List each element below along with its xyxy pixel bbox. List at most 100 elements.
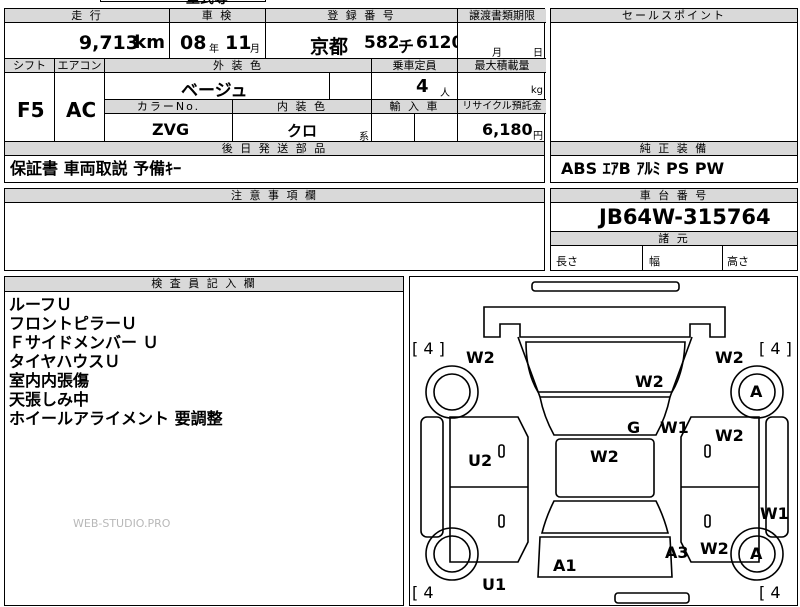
diagram-rear-window	[540, 500, 670, 534]
import-cell-a	[372, 114, 415, 143]
registration-cell: 京都 582 チ 6120	[266, 23, 458, 59]
recycle-cell: 6,180 円	[458, 114, 546, 143]
inspector-line: 天張しみ中	[9, 390, 90, 409]
sales-point-box: セールスポイント	[550, 8, 798, 142]
parts-value: 保証書 車両取説 予備ｷｰ	[10, 159, 182, 178]
shift-value: F5	[17, 98, 45, 122]
shift-header: シフト	[5, 59, 55, 73]
capacity-cell: 4 人	[372, 73, 458, 100]
mark-w2-front-right: W2	[715, 348, 744, 367]
mark-w2-front-left: W2	[466, 348, 495, 367]
registration-number: 582	[364, 33, 400, 53]
mileage-cell: 9,713 km	[5, 23, 170, 59]
transfer-day-unit: 日	[533, 48, 543, 59]
inspector-line: タイヤハウスＵ	[9, 352, 121, 371]
registration-serial: 6120	[416, 33, 457, 53]
mark-w1-mid: W1	[660, 418, 689, 437]
dimension-width-cell: 幅	[643, 246, 723, 270]
inspector-lines: ルーフＵ フロントピラーＵ Ｆサイドメンバー Ｕ タイヤハウスＵ 室内内張傷 天…	[9, 295, 223, 428]
mark-g: G	[627, 418, 641, 437]
capacity-header: 乗車定員	[372, 59, 458, 73]
registration-region: 京都	[310, 36, 349, 58]
inspection-cell: 08 年 11 月	[170, 23, 266, 59]
sales-point-header: セールスポイント	[551, 9, 797, 23]
notes-header: 注 意 事 項 欄	[5, 189, 544, 203]
inspection-month: 11	[225, 32, 252, 54]
chassis-header: 車 台 番 号	[551, 189, 797, 203]
transfer-cell: 月 日	[458, 23, 546, 59]
dimension-length-label: 長さ	[556, 255, 578, 268]
watermark: WEB-STUDIO.PRO	[73, 517, 171, 530]
recycle-value: 6,180	[482, 120, 533, 139]
mileage-header: 走 行	[5, 9, 170, 23]
dimension-width-label: 幅	[649, 255, 660, 268]
mark-u1: U1	[482, 575, 507, 594]
capacity-unit: 人	[440, 88, 450, 99]
transfer-header: 譲渡書類期限	[458, 9, 546, 23]
aircon-value: AC	[66, 98, 97, 122]
inspection-year-unit: 年	[209, 44, 219, 55]
mark-u2: U2	[468, 451, 493, 470]
mark-w2-rear-right: W2	[700, 539, 729, 558]
exterior-color-header: 外 装 色	[105, 59, 372, 73]
recycle-header: リサイクル預託金	[458, 100, 546, 114]
parts-box: 後 日 発 送 部 品 保証書 車両取説 予備ｷｰ	[4, 141, 545, 183]
inspector-header: 検 査 員 記 入 欄	[5, 277, 403, 292]
top-remnant-text: 型式等	[186, 0, 228, 8]
inspector-box: 検 査 員 記 入 欄 ルーフＵ フロントピラーＵ Ｆサイドメンバー Ｕ タイヤ…	[4, 276, 404, 606]
mark-w2-right-door: W2	[715, 426, 744, 445]
import-header: 輸 入 車	[372, 100, 458, 114]
dimensions-header: 諸 元	[551, 231, 797, 246]
exterior-color-extra	[330, 73, 372, 100]
mileage-unit: km	[134, 32, 165, 53]
diagram-rear-bumper	[614, 592, 690, 604]
capacity-value: 4	[416, 76, 429, 97]
import-cell-b	[415, 114, 458, 143]
diagram-front-bumper	[531, 281, 680, 292]
inspection-year: 08	[180, 32, 207, 54]
tread-front-left: [ 4 ]	[412, 339, 445, 358]
notes-box: 注 意 事 項 欄	[4, 188, 545, 271]
chassis-value: JB64W-315764	[599, 205, 771, 229]
tread-rear-right: [ 4	[759, 583, 781, 602]
dimension-height-label: 高さ	[727, 255, 749, 268]
aircon-header: エアコン	[55, 59, 105, 73]
max-load-header: 最大積載量	[458, 59, 546, 73]
parts-header: 後 日 発 送 部 品	[5, 142, 544, 156]
dimension-length-cell: 長さ	[551, 246, 643, 270]
max-load-unit: kg	[530, 85, 543, 96]
shift-cell: F5	[5, 73, 55, 143]
dimension-height-cell: 高さ	[723, 246, 797, 270]
registration-kana: チ	[398, 37, 415, 56]
inspection-header: 車 検	[170, 9, 266, 23]
top-remnant	[100, 0, 266, 2]
mark-w1-right-rear: W1	[760, 504, 789, 523]
inspector-line: 室内内張傷	[9, 371, 90, 390]
interior-color-header: 内 装 色	[233, 100, 372, 114]
equipment-box: 純 正 装 備 ABS ｴｱB ｱﾙﾐ PS PW	[550, 141, 798, 183]
recycle-unit: 円	[533, 131, 543, 142]
color-no-header: カラーNo.	[105, 100, 233, 114]
exterior-color-value: ベージュ	[181, 81, 248, 100]
mark-a1: A1	[553, 556, 577, 575]
equipment-header: 純 正 装 備	[551, 142, 797, 156]
mileage-value: 9,713	[78, 32, 139, 54]
car-diagram-box: [ 4 ] [ 4 ] [ 4 [ 4 W2 W2 W2 A G W1 W2 U…	[409, 276, 798, 606]
diagram-front-outline	[483, 306, 726, 338]
chassis-box: 車 台 番 号 JB64W-315764 諸 元 長さ 幅 高さ	[550, 188, 798, 271]
tread-front-right: [ 4 ]	[759, 339, 792, 358]
inspector-line: ホイールアライメント 要調整	[9, 409, 223, 428]
diagram-left-side	[449, 416, 529, 563]
aircon-cell: AC	[55, 73, 105, 143]
tread-rear-left: [ 4	[412, 583, 434, 602]
mark-w2-hood: W2	[635, 372, 664, 391]
mark-a-wheel-bottom: A	[750, 544, 763, 563]
inspector-line: ルーフＵ	[9, 295, 73, 314]
color-no-cell: ZVG	[105, 114, 233, 143]
mark-a3: A3	[665, 543, 689, 562]
inspection-month-unit: 月	[250, 44, 260, 55]
diagram-windshield	[539, 396, 671, 436]
inspector-line: フロントピラーＵ	[9, 314, 138, 333]
equipment-value: ABS ｴｱB ｱﾙﾐ PS PW	[561, 159, 725, 178]
transfer-month-unit: 月	[492, 48, 502, 59]
